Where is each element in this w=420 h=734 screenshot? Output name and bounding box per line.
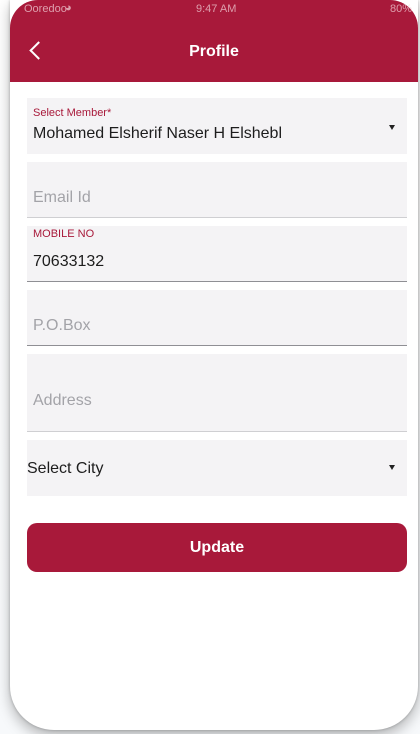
email-field[interactable]: Email Id: [27, 162, 407, 218]
member-select-value: Mohamed Elsherif Naser H Elshebl: [33, 125, 282, 142]
pobox-placeholder: P.O.Box: [33, 317, 91, 334]
carrier-name: Ooredoo: [24, 3, 67, 15]
pobox-field[interactable]: P.O.Box: [27, 290, 407, 346]
member-select[interactable]: Select Member* Mohamed Elsherif Naser H …: [27, 98, 407, 154]
address-field[interactable]: Address: [27, 354, 407, 432]
dropdown-arrow-icon: [389, 125, 395, 130]
mobile-label: MOBILE NO: [33, 228, 95, 240]
page-title: Profile: [189, 43, 239, 60]
city-select-value: Select City: [27, 460, 104, 477]
email-placeholder: Email Id: [33, 189, 91, 206]
update-button[interactable]: Update: [27, 523, 407, 572]
status-time: 9:47 AM: [196, 3, 237, 15]
city-select[interactable]: Select City: [27, 440, 407, 496]
status-bar: Ooredoo ◕ 9:47 AM 80%: [10, 0, 418, 24]
mobile-field[interactable]: MOBILE NO 70633132: [27, 226, 407, 282]
mobile-value: 70633132: [33, 253, 105, 270]
app-header: Ooredoo ◕ 9:47 AM 80% Profile: [10, 0, 418, 82]
phone-screen: Ooredoo ◕ 9:47 AM 80% Profile Select Mem…: [10, 0, 418, 730]
wifi-icon: ◕: [65, 2, 72, 14]
address-placeholder: Address: [33, 392, 92, 409]
member-select-label: Select Member*: [33, 107, 112, 119]
battery-percent: 80%: [389, 3, 412, 15]
dropdown-arrow-icon: [389, 465, 395, 470]
